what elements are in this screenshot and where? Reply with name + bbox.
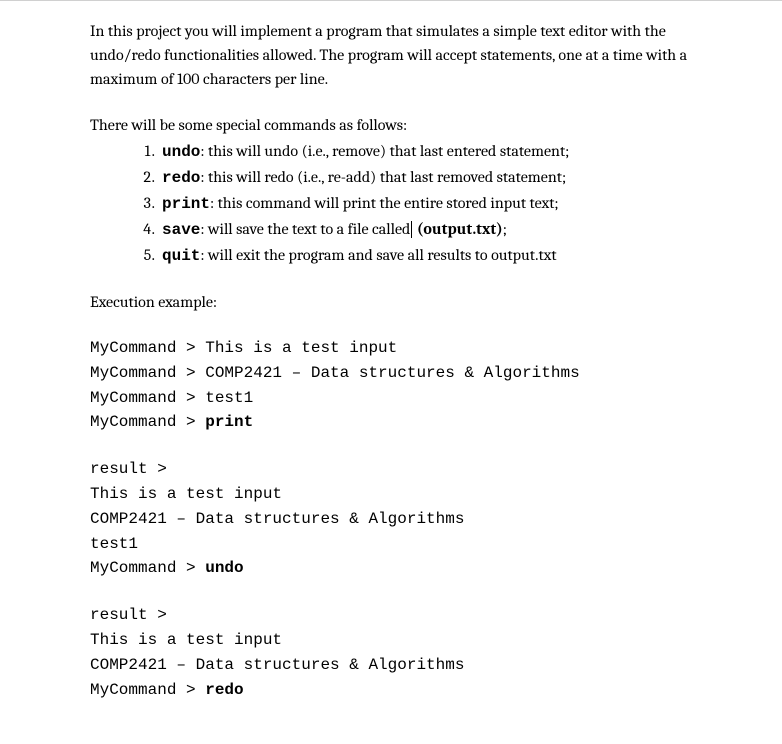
execution-header: Execution example: [90, 290, 762, 314]
command-name: undo [162, 143, 200, 161]
exec-prompt: MyCommand > [90, 413, 205, 431]
command-desc: : this command will print the entire sto… [210, 194, 559, 212]
command-item-print: print: this command will print the entir… [158, 191, 762, 216]
commands-list: undo: this will undo (i.e., remove) that… [90, 139, 762, 268]
exec-prompt: MyCommand > [90, 339, 205, 357]
result-prompt: result > [90, 460, 167, 478]
result-line: This is a test input [90, 485, 282, 503]
result-line: COMP2421 – Data structures & Algorithms [90, 510, 464, 528]
document-body: In this project you will implement a pro… [0, 1, 782, 744]
command-desc: : this will redo (i.e., re-add) that las… [200, 168, 566, 186]
exec-line: This is a test input [205, 339, 397, 357]
exec-command: print [205, 413, 253, 431]
exec-prompt: MyCommand > [90, 364, 205, 382]
command-name: quit [162, 247, 200, 265]
exec-command: redo [205, 681, 243, 699]
result-line: This is a test input [90, 631, 282, 649]
exec-prompt: MyCommand > [90, 681, 205, 699]
command-item-quit: quit: will exit the program and save all… [158, 243, 762, 268]
command-item-redo: redo: this will redo (i.e., re-add) that… [158, 165, 762, 190]
command-desc-pre: : will save the text to a file called [200, 220, 410, 238]
exec-line: COMP2421 – Data structures & Algorithms [205, 364, 579, 382]
exec-block-1: MyCommand > This is a test input MyComma… [90, 336, 762, 435]
intro-paragraph: In this project you will implement a pro… [90, 19, 700, 91]
command-name: save [162, 221, 200, 239]
result-line: COMP2421 – Data structures & Algorithms [90, 656, 464, 674]
command-desc: : this will undo (i.e., remove) that las… [200, 142, 569, 160]
commands-intro: There will be some special commands as f… [90, 113, 762, 137]
command-desc-post: ; [503, 220, 507, 238]
command-desc: : will exit the program and save all res… [200, 246, 556, 264]
result-line: test1 [90, 535, 138, 553]
exec-line: test1 [205, 389, 253, 407]
exec-prompt: MyCommand > [90, 389, 205, 407]
result-prompt: result > [90, 606, 167, 624]
exec-block-2: result > This is a test input COMP2421 –… [90, 457, 762, 581]
exec-prompt: MyCommand > [90, 559, 205, 577]
command-filename: (output.txt) [413, 220, 502, 238]
command-name: print [162, 195, 210, 213]
exec-block-3: result > This is a test input COMP2421 –… [90, 603, 762, 702]
command-item-save: save: will save the text to a file calle… [158, 217, 762, 242]
command-name: redo [162, 169, 200, 187]
command-item-undo: undo: this will undo (i.e., remove) that… [158, 139, 762, 164]
exec-command: undo [205, 559, 243, 577]
